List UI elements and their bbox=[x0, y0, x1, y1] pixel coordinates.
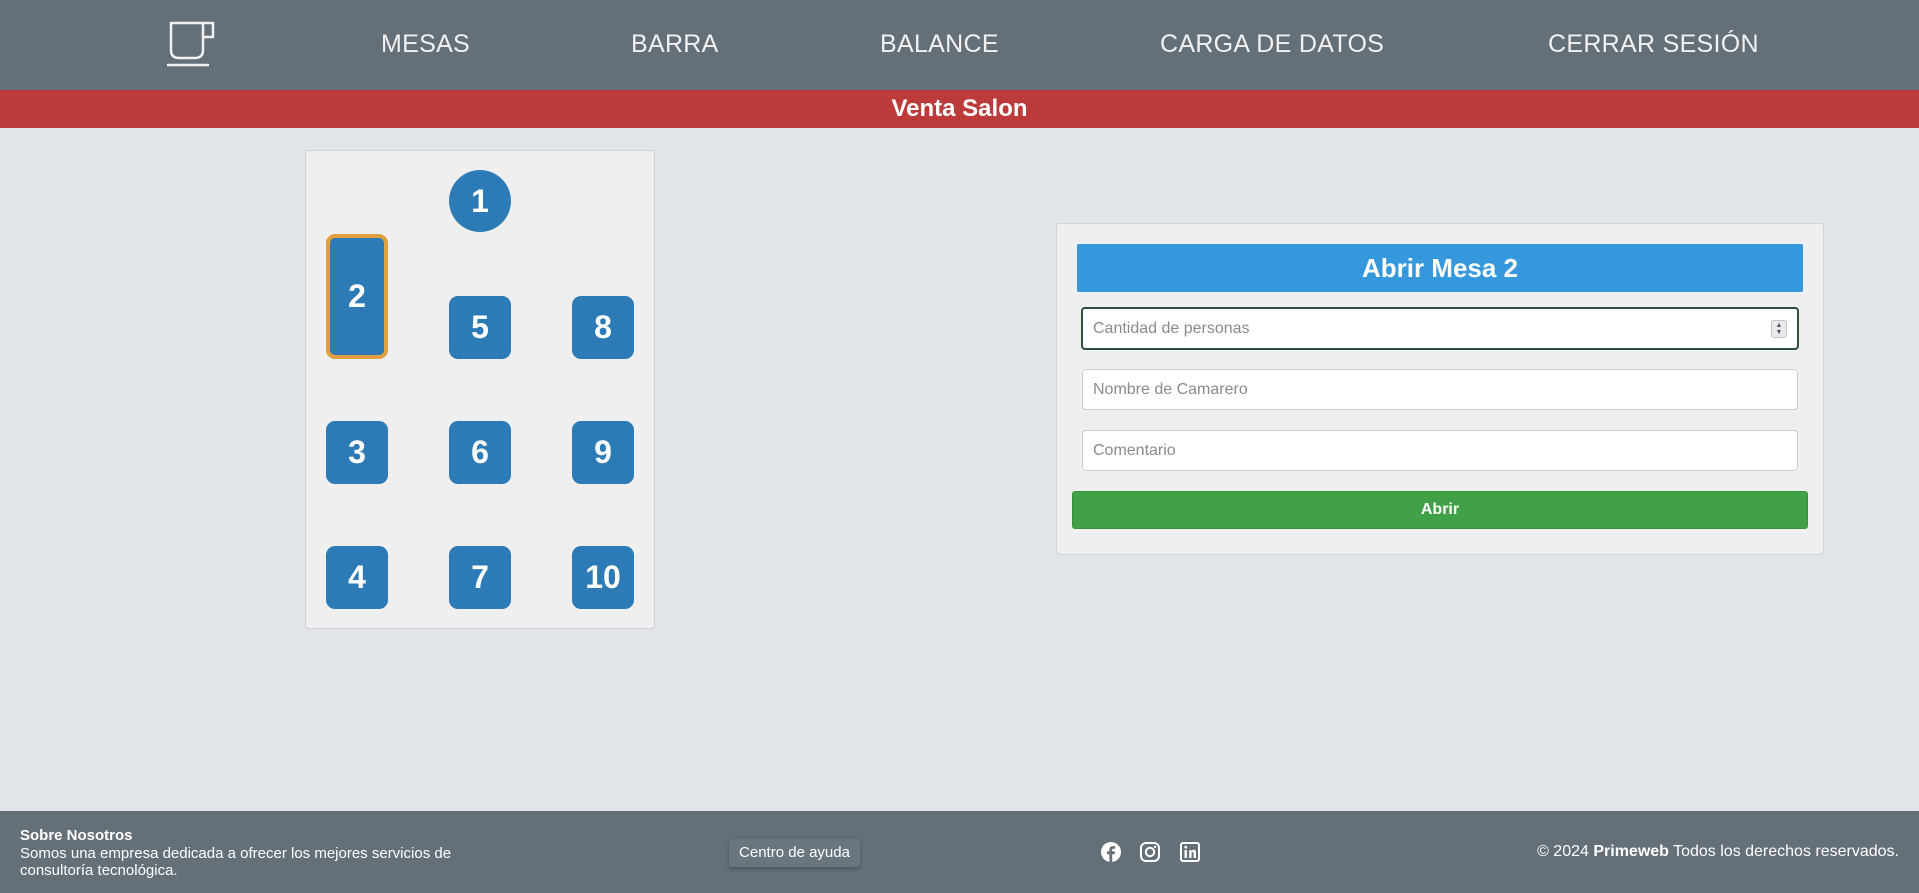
table-4[interactable]: 4 bbox=[326, 546, 388, 609]
nav-barra[interactable]: BARRA bbox=[631, 30, 719, 59]
nav-mesas[interactable]: MESAS bbox=[381, 30, 470, 59]
personas-input[interactable] bbox=[1093, 309, 1771, 348]
copyright-year: © 2024 bbox=[1537, 843, 1589, 860]
table-6[interactable]: 6 bbox=[449, 421, 511, 484]
copyright-rights: Todos los derechos reservados. bbox=[1673, 843, 1899, 860]
facebook-icon[interactable] bbox=[1100, 841, 1122, 863]
nav-carga-de-datos[interactable]: CARGA DE DATOS bbox=[1160, 30, 1384, 59]
table-1[interactable]: 1 bbox=[449, 170, 511, 232]
comentario-field[interactable] bbox=[1082, 430, 1798, 471]
nav-cerrar-sesion[interactable]: CERRAR SESIÓN bbox=[1548, 30, 1759, 59]
table-3[interactable]: 3 bbox=[326, 421, 388, 484]
table-7[interactable]: 7 bbox=[449, 546, 511, 609]
camarero-input[interactable] bbox=[1093, 370, 1787, 409]
section-banner: Venta Salon bbox=[0, 90, 1919, 128]
personas-field[interactable]: ▲▼ bbox=[1081, 307, 1799, 350]
coffee-cup-icon[interactable] bbox=[165, 20, 215, 68]
table-10[interactable]: 10 bbox=[572, 546, 634, 609]
table-2[interactable]: 2 bbox=[326, 234, 388, 359]
about-text: Somos una empresa dedicada a ofrecer los… bbox=[20, 845, 452, 879]
help-center-button[interactable]: Centro de ayuda bbox=[729, 839, 860, 867]
number-spinner-icon[interactable]: ▲ ▼ bbox=[1771, 319, 1787, 338]
table-9[interactable]: 9 bbox=[572, 421, 634, 484]
abrir-button[interactable]: Abrir bbox=[1072, 491, 1808, 529]
open-table-form: Abrir Mesa 2 ▲▼ Abrir bbox=[1056, 223, 1824, 555]
camarero-field[interactable] bbox=[1082, 369, 1798, 410]
about-title: Sobre Nosotros bbox=[20, 827, 133, 844]
linkedin-icon[interactable] bbox=[1179, 841, 1201, 863]
tables-map: 1 2 3 4 5 6 7 8 9 10 bbox=[305, 150, 655, 629]
instagram-icon[interactable] bbox=[1139, 841, 1161, 863]
nav-balance[interactable]: BALANCE bbox=[880, 30, 999, 59]
table-8[interactable]: 8 bbox=[572, 296, 634, 359]
comentario-input[interactable] bbox=[1093, 431, 1787, 470]
copyright-text: © 2024 Primeweb Todos los derechos reser… bbox=[1537, 843, 1899, 861]
top-navbar: MESAS BARRA BALANCE CARGA DE DATOS CERRA… bbox=[0, 0, 1919, 90]
footer: Sobre Nosotros Somos una empresa dedicad… bbox=[0, 811, 1919, 893]
table-5[interactable]: 5 bbox=[449, 296, 511, 359]
copyright-brand: Primeweb bbox=[1593, 843, 1669, 860]
form-title: Abrir Mesa 2 bbox=[1077, 244, 1803, 292]
